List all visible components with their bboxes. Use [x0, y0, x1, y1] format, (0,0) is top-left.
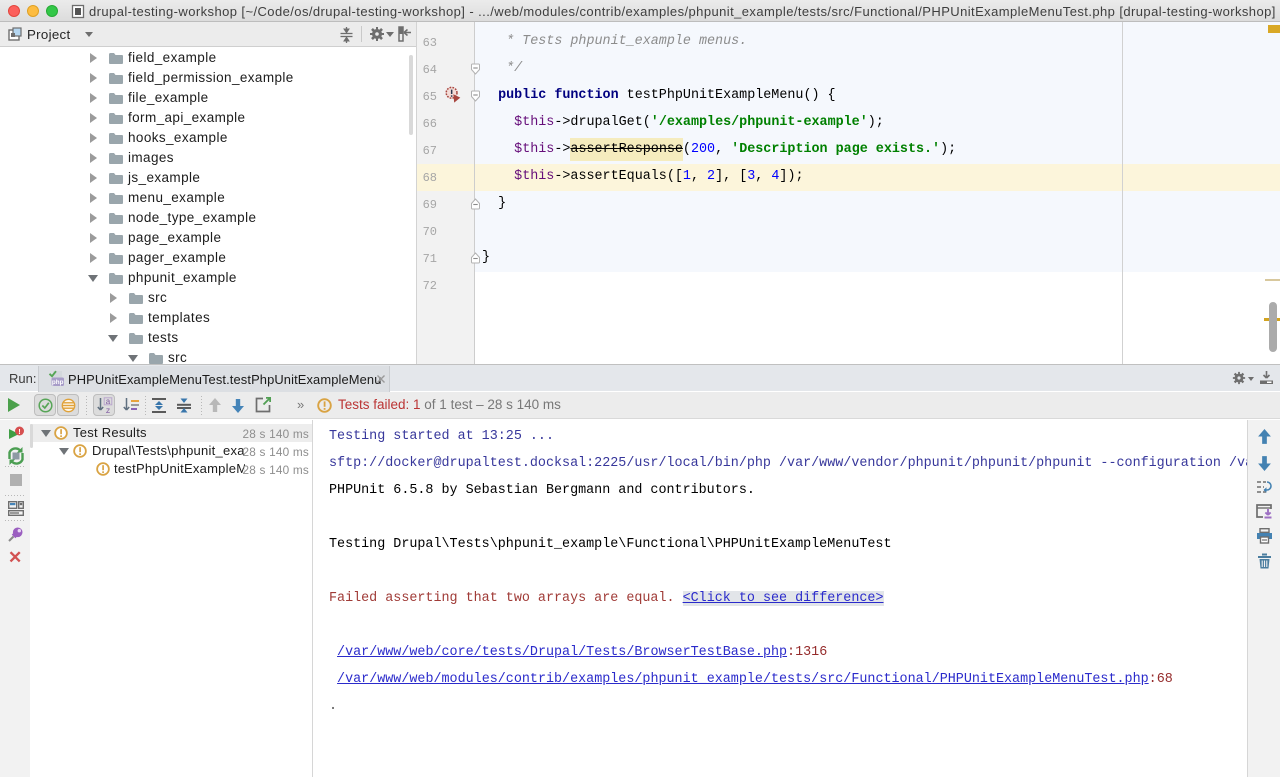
svg-text:z: z — [106, 407, 111, 414]
svg-text:!: ! — [18, 427, 21, 436]
svg-text:a: a — [106, 398, 111, 407]
svg-text:php: php — [52, 379, 64, 386]
